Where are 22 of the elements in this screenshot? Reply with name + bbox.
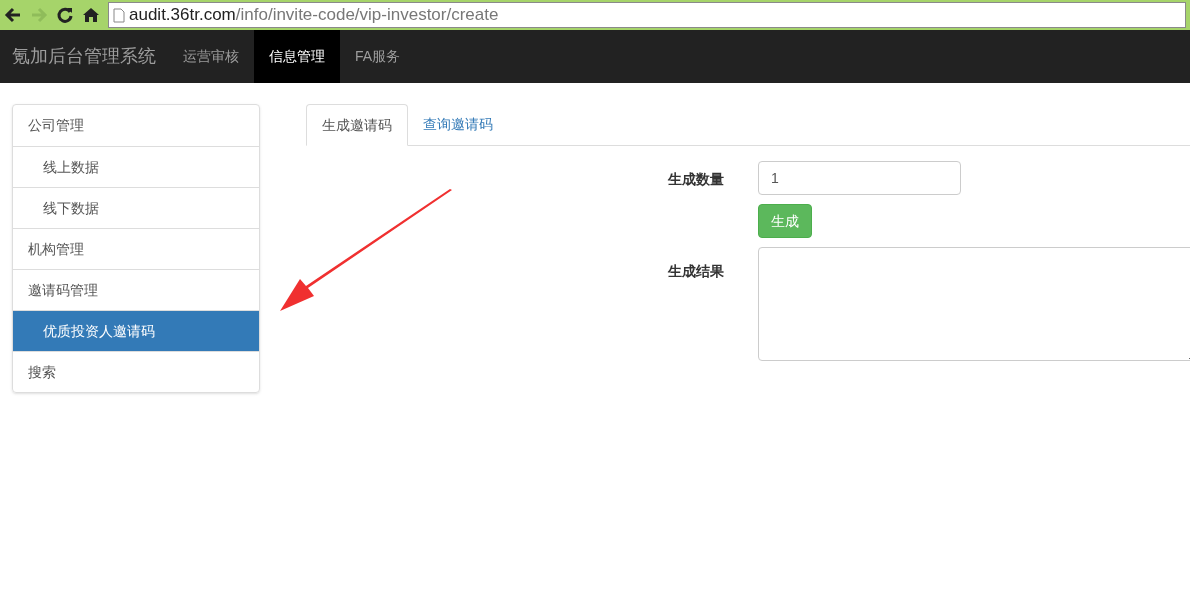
home-icon[interactable] <box>82 6 100 24</box>
page-icon <box>113 7 125 23</box>
field-label: 生成结果 <box>668 262 725 281</box>
nav-item[interactable]: FA服务 <box>340 30 416 83</box>
sidebar-item[interactable]: 线上数据 <box>13 146 259 187</box>
reload-icon[interactable] <box>56 6 74 24</box>
sidebar-item[interactable]: 搜索 <box>13 351 259 392</box>
url-host: audit.36tr.com <box>129 5 236 25</box>
field-label: 生成数量 <box>668 170 725 189</box>
tab[interactable]: 生成邀请码 <box>306 104 408 146</box>
brand[interactable]: 氪加后台管理系统 <box>0 30 168 83</box>
nav-item[interactable]: 信息管理 <box>254 30 340 83</box>
sidebar-item[interactable]: 公司管理 <box>13 105 259 146</box>
url-path: /info/invite-code/vip-investor/create <box>235 5 499 25</box>
tab[interactable]: 查询邀请码 <box>408 104 508 145</box>
sidebar-item[interactable]: 机构管理 <box>13 228 259 269</box>
back-icon[interactable] <box>4 6 22 24</box>
sidebar-item[interactable]: 线下数据 <box>13 187 259 228</box>
address-bar[interactable]: audit.36tr.com/info/invite-code/vip-investor/create <box>108 2 1186 28</box>
nav-item[interactable]: 运营审核 <box>168 30 254 83</box>
count-input[interactable]: 1 <box>758 161 961 195</box>
sidebar-item[interactable]: 优质投资人邀请码 <box>13 310 259 351</box>
